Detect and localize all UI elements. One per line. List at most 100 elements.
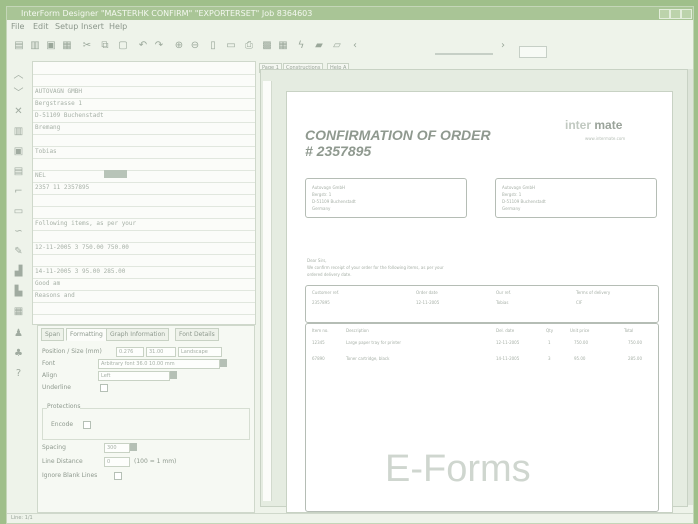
barcode-icon[interactable]: ▥ [12, 125, 25, 138]
arrow-down-icon[interactable]: ﹀ [12, 87, 25, 100]
document-page[interactable]: CONFIRMATION OF ORDER # 2357895 inter ma… [286, 91, 673, 513]
zoom-out-icon[interactable]: ⊖ [189, 40, 201, 52]
order-details-box[interactable]: Customer ref. Order date Our ref. Terms … [305, 285, 659, 323]
delivery-address-box[interactable]: Autovagn GmbH Bergstr. 1 D-51109 Buchens… [495, 178, 657, 218]
align-select[interactable]: Left [98, 371, 170, 381]
item-desc: Large paper tray for printer [346, 340, 402, 345]
open-icon[interactable]: ▥ [29, 40, 41, 52]
redo-icon[interactable]: ↷ [153, 40, 165, 52]
menu-edit[interactable]: Edit [33, 22, 49, 31]
status-line: Line: 1/1 [11, 515, 33, 521]
customer-address-box[interactable]: Autovagn GmbH Bergstr. 1 D-51109 Buchens… [305, 178, 467, 218]
item-price: 750.00 [574, 340, 588, 345]
address-line: Germany [312, 206, 331, 211]
image-icon[interactable]: ▩ [261, 40, 273, 52]
font-browse-button[interactable] [220, 359, 227, 367]
tree-icon[interactable]: ♣ [12, 347, 25, 360]
menu-setup[interactable]: Setup [55, 22, 78, 31]
align-dropdown-button[interactable] [170, 371, 177, 379]
help-icon[interactable]: ? [12, 367, 25, 380]
tab-span[interactable]: Span [41, 328, 65, 341]
comment-icon[interactable]: ▤ [12, 165, 25, 178]
spacing-label: Spacing [42, 444, 66, 451]
spacing-spin-button[interactable] [130, 443, 137, 451]
position-label: Position / Size (mm) [42, 348, 102, 355]
window-title: InterForm Designer "MASTERHK CONFIRM" "E… [21, 9, 313, 18]
orientation-field[interactable]: Landscape [178, 347, 222, 357]
underline-checkbox[interactable] [100, 384, 108, 392]
tab-font-details[interactable]: Font Details [175, 328, 219, 341]
close-button[interactable] [681, 9, 692, 19]
item-price: 95.00 [574, 356, 586, 361]
copy-icon[interactable]: ⧉ [99, 40, 111, 52]
font-label: Font [42, 360, 56, 367]
font-field[interactable]: Arbitrary font 36.0 10.00 mm [98, 359, 220, 369]
menu-file[interactable]: File [11, 22, 24, 31]
chart-icon[interactable]: ▦ [12, 305, 25, 318]
line-distance-field[interactable]: 0 [104, 457, 130, 467]
print-icon[interactable]: ▦ [61, 40, 73, 52]
window-icon[interactable]: ▱ [331, 40, 343, 52]
encode-checkbox[interactable] [83, 421, 91, 429]
line-distance-unit: (100 = 1 mm) [134, 458, 177, 465]
box-icon[interactable]: ▭ [12, 205, 25, 218]
lightning-icon[interactable]: ϟ [295, 40, 307, 52]
zoom-field[interactable] [519, 46, 547, 58]
arrow-up-icon[interactable]: ︿ [12, 69, 25, 82]
zoom-slider[interactable] [435, 53, 493, 55]
stamp-icon[interactable]: ▟ [12, 265, 25, 278]
next-icon[interactable]: › [497, 40, 509, 52]
intro-line[interactable]: We confirm receipt of your order for the… [307, 265, 444, 270]
line-icon[interactable]: ⌐ [12, 185, 25, 198]
item-total: 750.00 [628, 340, 642, 345]
status-bar: Line: 1/1 [7, 513, 693, 524]
users-icon[interactable]: ♟ [12, 327, 25, 340]
address-line: Autovagn GmbH [502, 185, 535, 190]
tab-graph-information[interactable]: Graph Information [106, 328, 170, 341]
cut-icon[interactable]: ✂ [81, 40, 93, 52]
zoom-in-icon[interactable]: ⊕ [173, 40, 185, 52]
maximize-button[interactable] [670, 9, 681, 19]
undo-icon[interactable]: ↶ [137, 40, 149, 52]
page-icon[interactable]: ▯ [207, 40, 219, 52]
position-x-field[interactable]: 0.276 [116, 347, 144, 357]
menu-bar: File Edit Setup Insert Help [7, 21, 693, 32]
data-row[interactable] [33, 302, 255, 315]
tab-formatting[interactable]: Formatting [66, 328, 107, 341]
position-y-field[interactable]: 31.00 [146, 347, 176, 357]
minimize-button[interactable] [659, 9, 670, 19]
field-icon[interactable]: ▣ [12, 145, 25, 158]
protections-group-label: Protections [47, 403, 81, 410]
spacing-field[interactable]: 300 [104, 443, 130, 453]
menu-help[interactable]: Help [109, 22, 127, 31]
order-header: Order date [416, 290, 438, 295]
ignore-blank-lines-checkbox[interactable] [114, 472, 122, 480]
underline-label: Underline [42, 384, 71, 391]
items-header: Total [624, 328, 634, 333]
document-title[interactable]: CONFIRMATION OF ORDER [305, 127, 491, 143]
order-number[interactable]: # 2357895 [305, 143, 371, 159]
protections-group: Protections Encode [42, 403, 250, 440]
vertical-scrollbar[interactable] [688, 69, 693, 505]
layers-icon[interactable]: ▙ [12, 285, 25, 298]
menu-insert[interactable]: Insert [81, 22, 104, 31]
new-icon[interactable]: ▤ [13, 40, 25, 52]
printer-icon[interactable]: ⎙ [243, 40, 255, 52]
delete-icon[interactable]: ✕ [12, 105, 25, 118]
curve-icon[interactable]: ∽ [12, 225, 25, 238]
save-icon[interactable]: ▣ [45, 40, 57, 52]
preview-icon[interactable]: ▭ [225, 40, 237, 52]
ignore-blank-lines-label: Ignore Blank Lines [42, 472, 98, 479]
item-qty: 3 [548, 356, 551, 361]
grid-icon[interactable]: ▦ [277, 40, 289, 52]
intro-line[interactable]: ordered delivery date. [307, 272, 351, 277]
item-total: 285.00 [628, 356, 642, 361]
library-icon[interactable]: ▰ [313, 40, 325, 52]
greeting[interactable]: Dear Sirs, [307, 258, 327, 263]
title-bar: InterForm Designer "MASTERHK CONFIRM" "E… [7, 7, 693, 20]
paste-icon[interactable]: ▢ [117, 40, 129, 52]
spool-data-pane[interactable]: AUTOVAGN GMBH Bergstrasse 1 D-51109 Buch… [32, 61, 256, 325]
order-value: 2357895 [312, 300, 330, 305]
pen-icon[interactable]: ✎ [12, 245, 25, 258]
prev-icon[interactable]: ‹ [349, 40, 361, 52]
